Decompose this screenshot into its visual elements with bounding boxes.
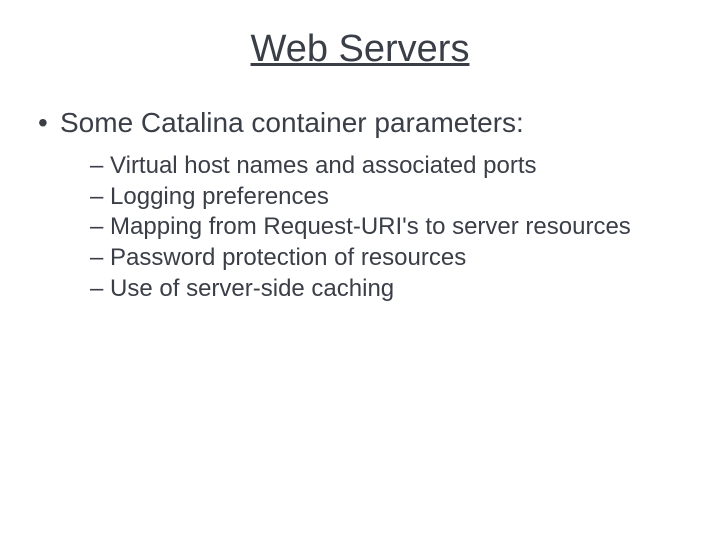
- slide-title: Web Servers: [32, 28, 688, 71]
- bullet-item: •Some Catalina container parameters:: [38, 107, 688, 139]
- sub-bullet-item: – Mapping from Request-URI's to server r…: [90, 212, 688, 243]
- sub-bullet-text: Password protection of resources: [110, 244, 466, 271]
- dash-icon: –: [90, 213, 103, 240]
- sub-bullet-text: Logging preferences: [110, 183, 329, 210]
- bullet-marker: •: [38, 107, 60, 139]
- dash-icon: –: [90, 244, 103, 271]
- sub-bullet-item: – Use of server-side caching: [90, 274, 688, 305]
- sub-bullet-text: Mapping from Request-URI's to server res…: [110, 213, 631, 240]
- bullet-text: Some Catalina container parameters:: [60, 107, 524, 138]
- sub-bullet-text: Use of server-side caching: [110, 275, 394, 302]
- dash-icon: –: [90, 152, 103, 179]
- dash-icon: –: [90, 275, 103, 302]
- sub-bullet-item: – Logging preferences: [90, 182, 688, 213]
- sub-bullet-list: – Virtual host names and associated port…: [90, 151, 688, 305]
- sub-bullet-text: Virtual host names and associated ports: [110, 152, 536, 179]
- dash-icon: –: [90, 183, 103, 210]
- sub-bullet-item: – Password protection of resources: [90, 243, 688, 274]
- sub-bullet-item: – Virtual host names and associated port…: [90, 151, 688, 182]
